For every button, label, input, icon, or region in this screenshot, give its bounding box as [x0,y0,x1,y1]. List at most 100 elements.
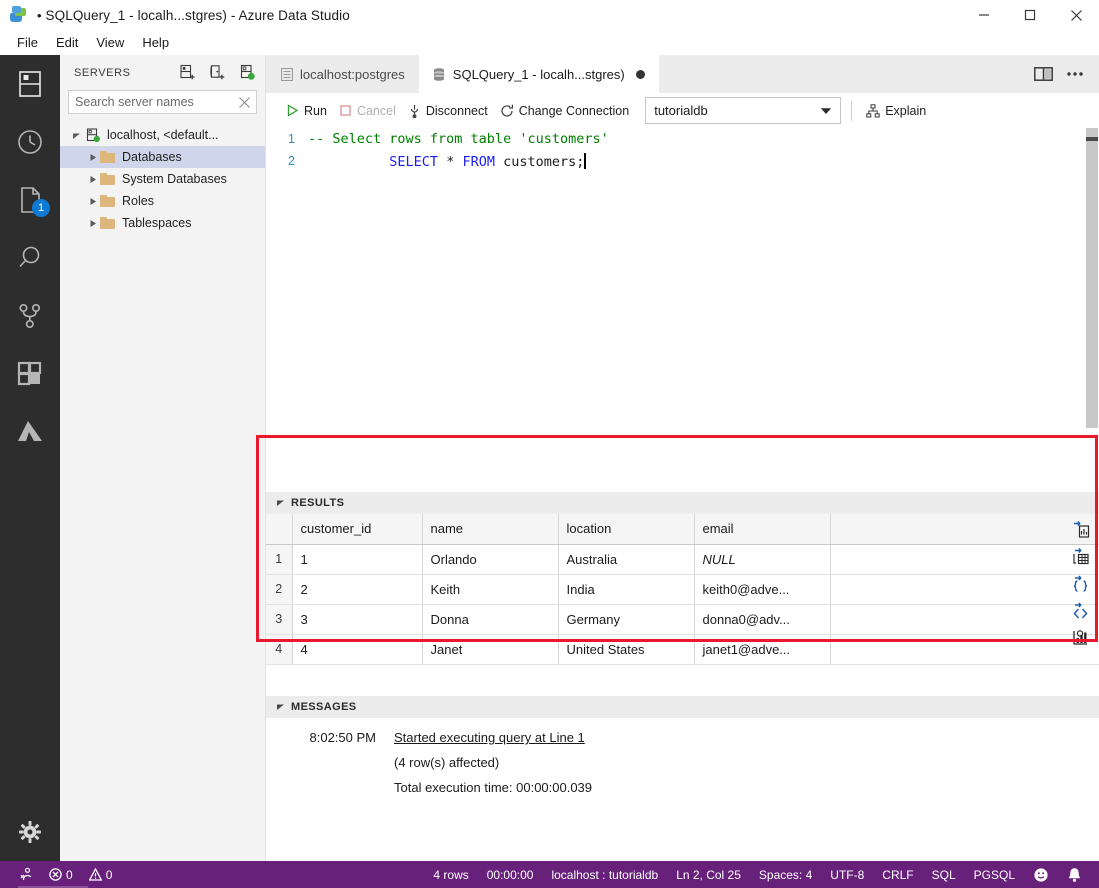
chart-icon[interactable] [1069,626,1091,648]
eol-mode[interactable]: CRLF [873,868,922,882]
menu-view[interactable]: View [87,32,133,53]
activity-source-control-icon[interactable] [0,287,60,345]
chevron-right-icon[interactable] [84,153,100,162]
cancel-button[interactable]: Cancel [335,101,404,121]
cursor-position[interactable]: Ln 2, Col 25 [667,868,750,882]
remote-indicator[interactable] [10,867,41,882]
messages-panel-header[interactable]: MESSAGES [266,696,1099,718]
provider-name[interactable]: PGSQL [965,868,1024,882]
tree-item-tablespaces[interactable]: Tablespaces [60,212,265,234]
chevron-right-icon[interactable] [84,197,100,206]
menu-edit[interactable]: Edit [47,32,87,53]
tab-localhost-postgres[interactable]: localhost:postgres [266,55,419,93]
explain-button[interactable]: Explain [862,101,934,121]
chevron-down-icon[interactable] [68,131,84,140]
error-count[interactable]: 0 [41,868,81,882]
cell-name[interactable]: Janet [422,634,559,665]
activity-history-icon[interactable] [0,113,60,171]
new-server-group-icon[interactable] [207,63,227,83]
disconnect-button[interactable]: Disconnect [404,101,496,121]
menu-file[interactable]: File [8,32,47,53]
activity-servers-icon[interactable] [0,55,60,113]
tab-sqlquery-1[interactable]: SQLQuery_1 - localh...stgres) [418,55,659,93]
activity-search-icon[interactable] [0,229,60,287]
scrollbar-thumb[interactable] [1086,128,1098,428]
database-dropdown[interactable]: tutorialdb [645,97,842,124]
split-editor-icon[interactable] [1029,60,1057,88]
chevron-right-icon[interactable] [84,219,100,228]
code-line-2: 2 SELECT * FROM customers; [266,150,1099,172]
tree-item-system-databases[interactable]: System Databases [60,168,265,190]
feedback-smiley-icon[interactable] [1024,867,1058,883]
chevron-down-icon[interactable] [820,103,832,118]
language-mode[interactable]: SQL [923,868,965,882]
run-button[interactable]: Run [282,101,335,121]
cell-customer-id[interactable]: 2 [292,574,423,605]
cell-email[interactable]: donna0@adv... [694,604,831,635]
chevron-down-icon[interactable] [276,698,285,716]
cell-location[interactable]: India [558,574,695,605]
messages-list: 8:02:50 PM Started executing query at Li… [266,718,1099,800]
execution-time[interactable]: 00:00:00 [478,868,543,882]
indentation[interactable]: Spaces: 4 [750,868,821,882]
table-row[interactable]: 1 1 Orlando Australia NULL [266,544,1099,575]
tree-item-label: Tablespaces [122,216,192,230]
activity-gear-icon[interactable] [0,803,60,861]
cell-email[interactable]: janet1@adve... [694,634,831,665]
chevron-down-icon[interactable] [276,494,285,512]
cell-location[interactable]: United States [558,634,695,665]
results-grid[interactable]: customer_id name location email 1 1 Orla… [266,514,1099,665]
tab-dirty-indicator[interactable] [635,69,645,79]
minimize-button[interactable] [961,0,1007,30]
warning-icon [88,868,102,881]
change-connection-button[interactable]: Change Connection [496,101,638,121]
cell-name[interactable]: Keith [422,574,559,605]
new-connection-icon[interactable] [177,63,197,83]
column-header-email[interactable]: email [694,514,831,545]
warning-count[interactable]: 0 [81,868,121,882]
sql-code-editor[interactable]: 1 -- Select rows from table 'customers' … [266,128,1099,446]
cell-customer-id[interactable]: 3 [292,604,423,635]
menu-help[interactable]: Help [133,32,178,53]
column-header-name[interactable]: name [422,514,559,545]
notifications-bell-icon[interactable] [1058,867,1091,883]
column-header-customer-id[interactable]: customer_id [292,514,423,545]
activity-notebooks-icon[interactable]: 1 [0,171,60,229]
activity-extensions-icon[interactable] [0,345,60,403]
save-as-xml-icon[interactable] [1069,599,1091,621]
tree-item-databases[interactable]: Databases [60,146,265,168]
table-row[interactable]: 3 3 Donna Germany donna0@adv... [266,604,1099,635]
activity-azure-icon[interactable] [0,403,60,461]
cell-location[interactable]: Germany [558,604,695,635]
results-panel-header[interactable]: RESULTS [266,492,1099,514]
search-box[interactable] [68,90,257,114]
connection-info[interactable]: localhost : tutorialdb [542,868,667,882]
cell-email[interactable]: keith0@adve... [694,574,831,605]
tree-item-localhost[interactable]: localhost, <default... [60,124,265,146]
cell-name[interactable]: Orlando [422,544,559,575]
message-text[interactable]: Started executing query at Line 1 [394,730,585,745]
maximize-button[interactable] [1007,0,1053,30]
cell-email[interactable]: NULL [694,544,831,575]
save-as-csv-icon[interactable] [1069,518,1091,540]
row-count[interactable]: 4 rows [424,868,477,882]
column-header-location[interactable]: location [558,514,695,545]
more-actions-icon[interactable] [1061,60,1089,88]
cell-customer-id[interactable]: 1 [292,544,423,575]
encoding[interactable]: UTF-8 [821,868,873,882]
cell-customer-id[interactable]: 4 [292,634,423,665]
table-row[interactable]: 4 4 Janet United States janet1@adve... [266,634,1099,665]
chevron-right-icon[interactable] [84,175,100,184]
close-button[interactable] [1053,0,1099,30]
editor-vertical-scrollbar[interactable] [1085,128,1099,446]
save-as-excel-icon[interactable] [1069,545,1091,567]
tree-item-roles[interactable]: Roles [60,190,265,212]
active-connections-icon[interactable] [237,63,257,83]
clear-search-icon[interactable] [238,96,251,109]
cell-location[interactable]: Australia [558,544,695,575]
status-bar-right: 4 rows 00:00:00 localhost : tutorialdb L… [424,867,1099,883]
table-row[interactable]: 2 2 Keith India keith0@adve... [266,574,1099,605]
search-input[interactable] [69,95,256,109]
cell-name[interactable]: Donna [422,604,559,635]
save-as-json-icon[interactable] [1069,572,1091,594]
